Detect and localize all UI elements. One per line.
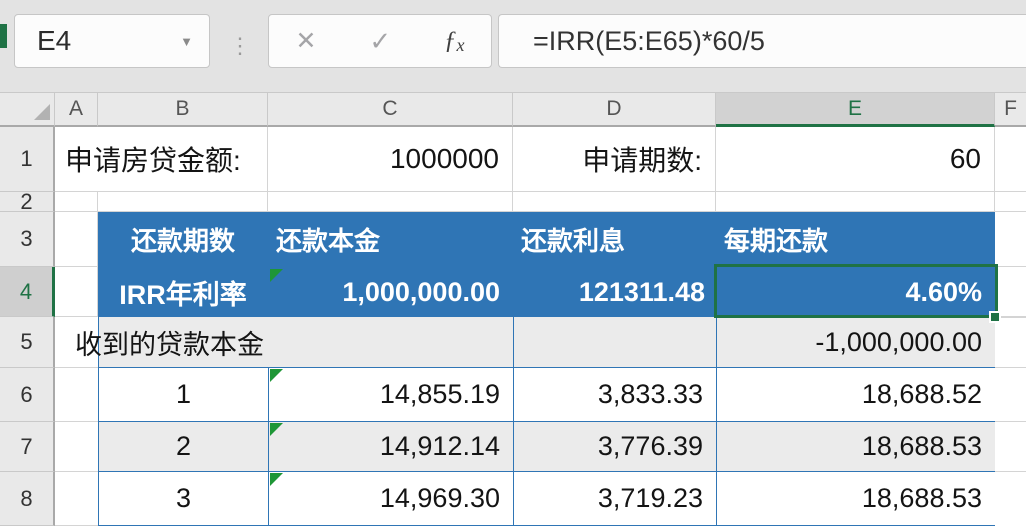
row-header-1[interactable]: 1 — [0, 127, 55, 192]
cell-d2[interactable] — [513, 192, 716, 212]
name-box[interactable]: E4 ▼ — [14, 14, 210, 68]
cell-d6-interest[interactable]: 3,833.33 — [514, 368, 717, 421]
select-all-button[interactable] — [0, 93, 55, 127]
cell-f1[interactable] — [995, 127, 1026, 192]
table-row-6: 1 14,855.19 3,833.33 18,688.52 — [99, 368, 995, 422]
cell-e6-payment[interactable]: 18,688.52 — [717, 368, 995, 421]
insert-function-icon[interactable]: ƒx — [444, 27, 465, 56]
formula-input[interactable]: =IRR(E5:E65)*60/5 — [498, 14, 1026, 68]
cell-c4-principal-total[interactable]: 1,000,000.00 — [268, 267, 513, 317]
gridline — [1001, 317, 1026, 318]
cell-b2[interactable] — [98, 192, 268, 212]
formula-buttons-group: ✕ ✓ ƒx — [268, 14, 492, 68]
cell-d8-interest[interactable]: 3,719.23 — [514, 472, 717, 525]
clipped-green-element — [0, 24, 7, 48]
cancel-icon[interactable]: ✕ — [295, 26, 316, 56]
fill-handle[interactable] — [989, 311, 1001, 323]
cell-d4-interest-total[interactable]: 121311.48 — [513, 267, 716, 317]
cell-c1-loan-amount[interactable]: 1000000 — [268, 127, 513, 192]
column-header-d[interactable]: D — [513, 93, 716, 127]
dots-icon: ⋮ — [229, 33, 251, 58]
formula-text: =IRR(E5:E65)*60/5 — [533, 25, 765, 56]
cell-a7[interactable] — [55, 422, 98, 472]
active-cell-selection-border — [714, 264, 998, 318]
cell-f8[interactable] — [995, 472, 1026, 526]
header-cell-repayment-period[interactable]: 还款期数 — [98, 212, 268, 267]
cell-c2[interactable] — [268, 192, 513, 212]
column-header-c[interactable]: C — [268, 93, 513, 127]
cell-c7-principal[interactable]: 14,912.14 — [269, 422, 514, 471]
error-indicator-icon-c6 — [270, 369, 283, 382]
header-cell-payment[interactable]: 每期还款 — [724, 212, 995, 267]
header-cell-interest[interactable]: 还款利息 — [521, 212, 716, 267]
cell-e2[interactable] — [716, 192, 995, 212]
cell-b4-irr-label[interactable]: IRR年利率 — [98, 267, 268, 317]
row-header-5[interactable]: 5 — [0, 317, 55, 368]
cell-d1-periods-label[interactable]: 申请期数: — [513, 127, 716, 192]
cell-b6-period[interactable]: 1 — [99, 368, 269, 421]
table-row-7: 2 14,912.14 3,776.39 18,688.53 — [99, 422, 995, 472]
cell-b8-period[interactable]: 3 — [99, 472, 269, 525]
row-header-6[interactable]: 6 — [0, 368, 55, 422]
cell-a3[interactable] — [55, 212, 98, 267]
cell-a2[interactable] — [55, 192, 98, 212]
row-header-8[interactable]: 8 — [0, 472, 55, 526]
formula-bar: E4 ▼ ⋮ ✕ ✓ ƒx =IRR(E5:E65)*60/5 — [0, 0, 1026, 93]
cell-b1-loan-label[interactable]: 申请房贷金额: — [55, 127, 268, 192]
cell-a6[interactable] — [55, 368, 98, 422]
column-header-e-selected[interactable]: E — [716, 93, 995, 127]
cell-e5-outflow[interactable]: -1,000,000.00 — [717, 317, 995, 367]
sheet-grid: A B C D E F 1 2 3 4 5 6 7 8 申请房贷金额: 1000… — [0, 93, 1026, 526]
formula-bar-resize-handle[interactable]: ⋮ — [229, 22, 251, 70]
cell-f4[interactable] — [995, 267, 1026, 317]
cell-f5[interactable] — [995, 317, 1026, 368]
cell-e8-payment[interactable]: 18,688.53 — [717, 472, 995, 525]
cell-e7-payment[interactable]: 18,688.53 — [717, 422, 995, 471]
row-header-2[interactable]: 2 — [0, 192, 55, 212]
row-header-3[interactable]: 3 — [0, 212, 55, 267]
error-indicator-icon-c7 — [270, 423, 283, 436]
error-indicator-icon-c8 — [270, 473, 283, 486]
error-indicator-icon-c4 — [270, 269, 283, 282]
cell-f6[interactable] — [995, 368, 1026, 422]
name-box-value: E4 — [37, 25, 72, 56]
cell-f3[interactable] — [995, 212, 1026, 267]
cell-d7-interest[interactable]: 3,776.39 — [514, 422, 717, 471]
cell-c6-principal[interactable]: 14,855.19 — [269, 368, 514, 421]
cell-e1-periods-value[interactable]: 60 — [716, 127, 995, 192]
enter-icon[interactable]: ✓ — [369, 26, 391, 57]
cell-a4[interactable] — [55, 267, 98, 317]
row-header-4-selected[interactable]: 4 — [0, 267, 55, 317]
cell-c8-principal[interactable]: 14,969.30 — [269, 472, 514, 525]
cell-b7-period[interactable]: 2 — [99, 422, 269, 471]
column-header-a[interactable]: A — [55, 93, 98, 127]
cell-a5-loan-received-label[interactable]: 收到的贷款本金 — [60, 317, 264, 368]
cell-f2[interactable] — [995, 192, 1026, 212]
cell-d5[interactable] — [514, 317, 717, 367]
cell-f7[interactable] — [995, 422, 1026, 472]
select-all-triangle-icon — [34, 104, 50, 120]
header-cell-principal[interactable]: 还款本金 — [276, 212, 513, 267]
row-header-7[interactable]: 7 — [0, 422, 55, 472]
name-box-dropdown-icon[interactable]: ▼ — [180, 34, 209, 49]
cell-a8[interactable] — [55, 472, 98, 526]
column-header-f[interactable]: F — [995, 93, 1026, 127]
table-row-8: 3 14,969.30 3,719.23 18,688.53 — [99, 472, 995, 526]
column-header-b[interactable]: B — [98, 93, 268, 127]
